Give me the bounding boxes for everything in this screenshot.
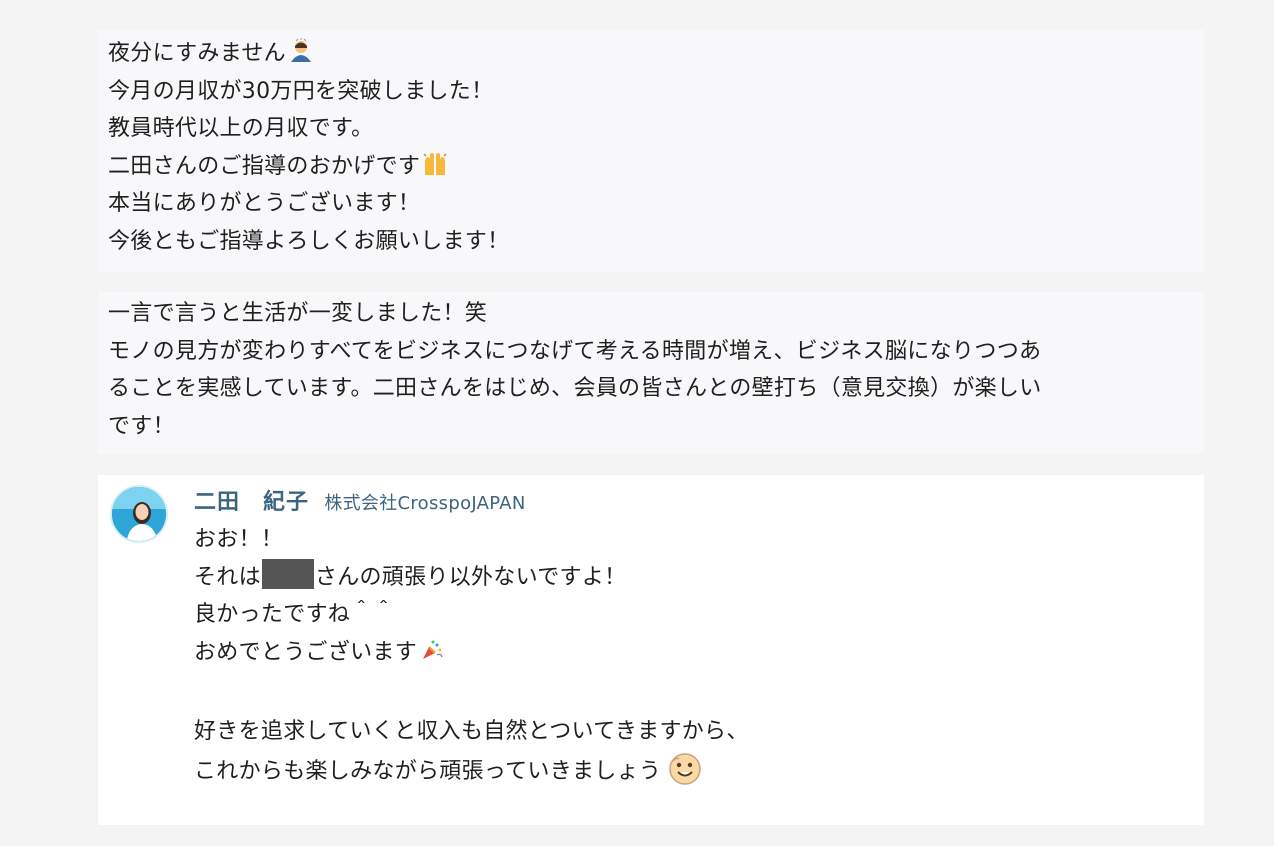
message-card-1: 夜分にすみません 今月の月収が30万円を突破しました！ 教員時代以上の月収です。… bbox=[98, 30, 1204, 272]
reply-body: 二田 紀子 株式会社CrosspoJAPAN おお！！ それは さんの頑張り以外な… bbox=[194, 485, 1192, 790]
party-popper-icon bbox=[423, 640, 443, 659]
message-line: 教員時代以上の月収です。 bbox=[108, 116, 374, 141]
reply-line: 好きを追求していくと収入も自然とついてきますから、 bbox=[194, 719, 749, 744]
message-line: 二田さんのご指導のおかげです bbox=[108, 148, 1194, 186]
message-line: モノの見方が変わりすべてをビジネスにつなげて考える時間が増え、ビジネス脳になりつ… bbox=[108, 338, 1042, 364]
reply-line: おお！！ bbox=[194, 527, 284, 552]
message-line: 夜分にすみません bbox=[108, 35, 1194, 73]
author-name[interactable]: 二田 紀子 bbox=[194, 490, 309, 515]
reply-text: おめでとうございます bbox=[194, 639, 418, 665]
reply-line: これからも楽しみながら頑張っていきましょう bbox=[194, 751, 1192, 791]
author-row: 二田 紀子 株式会社CrosspoJAPAN bbox=[194, 485, 1192, 521]
raising-hands-icon bbox=[423, 152, 447, 175]
message-line: 本当にありがとうございます！ bbox=[108, 191, 421, 216]
message-line: 今月の月収が30万円を突破しました！ bbox=[108, 78, 494, 104]
reply-line: おめでとうございます bbox=[194, 634, 1192, 672]
reply-text: それは bbox=[194, 564, 261, 590]
reply-text: さんの頑張り以外ないですよ！ bbox=[314, 564, 627, 590]
message-text: 夜分にすみません bbox=[108, 41, 286, 66]
message-line: 今後ともご指導よろしくお願いします！ bbox=[108, 228, 510, 254]
bowing-person-icon bbox=[290, 38, 311, 62]
smiling-face-icon bbox=[669, 752, 701, 785]
avatar-image bbox=[112, 487, 166, 541]
message-line: ることを実感しています。二田さんをはじめ、会員の皆さんとの壁打ち（意見交換）が楽… bbox=[108, 376, 1042, 401]
reply-text: これからも楽しみながら頑張っていきましょう bbox=[194, 758, 662, 784]
redacted-name bbox=[261, 558, 314, 589]
message-card-2: 一言で言うと生活が一変しました！笑 モノの見方が変わりすべてをビジネスにつなげて… bbox=[98, 292, 1204, 454]
message-line: 一言で言うと生活が一変しました！笑 bbox=[108, 301, 488, 326]
author-company: 株式会社CrosspoJAPAN bbox=[324, 493, 526, 514]
reply-card: 二田 紀子 株式会社CrosspoJAPAN おお！！ それは さんの頑張り以外な… bbox=[98, 475, 1204, 825]
message-line: です！ bbox=[108, 413, 175, 439]
message-text: 二田さんのご指導のおかげです bbox=[108, 153, 421, 179]
reply-line: 良かったですね＾＾ bbox=[194, 602, 395, 627]
author-avatar[interactable] bbox=[110, 485, 168, 543]
reply-line: それは さんの頑張り以外ないですよ！ bbox=[194, 558, 1192, 597]
